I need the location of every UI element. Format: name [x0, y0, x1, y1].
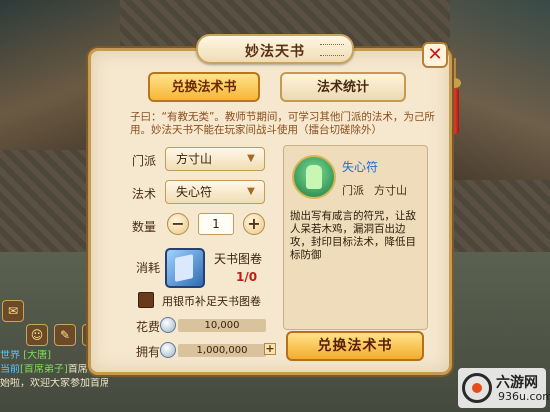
add-silver-button[interactable]: + — [264, 343, 276, 355]
spell-name: 失心符 — [342, 160, 379, 174]
school-select[interactable]: 方寸山 ▼ — [165, 147, 265, 171]
dialog-description: 子曰：“有教无类”。教师节期间，可学习其他门派的法术，为己所用。妙法天书不能在玩… — [130, 111, 435, 136]
school-select-value: 方寸山 — [176, 152, 213, 166]
own-label: 拥有 — [136, 345, 161, 359]
decrease-button[interactable]: − — [167, 213, 189, 235]
quantity-label: 数量 — [132, 220, 157, 234]
item-count: 1/0 — [236, 270, 258, 284]
fee-label: 花费 — [136, 320, 161, 334]
site-url: 936u.com — [498, 390, 550, 403]
site-brand: 六游网 — [496, 375, 538, 391]
spell-talisman-icon[interactable] — [292, 155, 336, 199]
spell-description: 抛出写有咸言的符咒，让敌人呆若木鸡，漏洞百出边攻，封印目标法术，降低目标防御 — [290, 210, 416, 261]
chevron-down-icon: ▼ — [247, 153, 255, 164]
chevron-down-icon: ▼ — [247, 186, 255, 197]
spell-school-value: 方寸山 — [374, 184, 407, 197]
owned-value: 1,000,000 — [178, 344, 266, 357]
spell-school-label: 门派 — [342, 184, 364, 197]
school-label: 门派 — [132, 154, 157, 168]
redeem-button[interactable]: 兑换法术书 — [286, 331, 424, 361]
mail-icon[interactable]: ✎ — [54, 324, 76, 346]
tab-redeem-book[interactable]: 兑换法术书 — [148, 72, 260, 102]
spell-label: 法术 — [132, 187, 157, 201]
close-icon: ✕ — [427, 44, 443, 65]
background-roof-right — [450, 0, 550, 180]
spell-select-value: 失心符 — [176, 185, 213, 199]
fee-value: 10,000 — [178, 319, 266, 332]
friends-icon[interactable]: ☺ — [26, 324, 48, 346]
silver-coin-icon — [160, 342, 176, 358]
lantern-right — [449, 58, 461, 134]
silver-fill-checkbox[interactable] — [138, 292, 154, 308]
site-logo-icon — [462, 373, 492, 403]
silver-coin-icon — [160, 317, 176, 333]
item-name: 天书图卷 — [214, 252, 263, 266]
tab-spell-stats[interactable]: 法术统计 — [280, 72, 406, 102]
cost-label: 消耗 — [136, 261, 161, 275]
increase-button[interactable]: + — [243, 213, 265, 235]
site-watermark: 六游网 936u.com — [458, 368, 550, 408]
spell-select[interactable]: 失心符 ▼ — [165, 180, 265, 204]
close-button[interactable]: ✕ — [422, 42, 448, 68]
chat-line: 始啦，欢迎大家参加首席弟子竞选！ — [0, 378, 108, 389]
minus-icon: − — [171, 214, 185, 233]
quantity-field[interactable]: 1 — [198, 213, 234, 235]
title-ornament — [320, 44, 344, 56]
dialog-title-plate: 妙法天书 — [196, 34, 354, 64]
book-scroll-icon[interactable] — [165, 248, 205, 288]
silver-fill-label: 用银币补足天书图卷 — [162, 295, 261, 308]
chat-icon[interactable]: ✉ — [2, 300, 24, 322]
plus-icon: + — [247, 214, 261, 233]
